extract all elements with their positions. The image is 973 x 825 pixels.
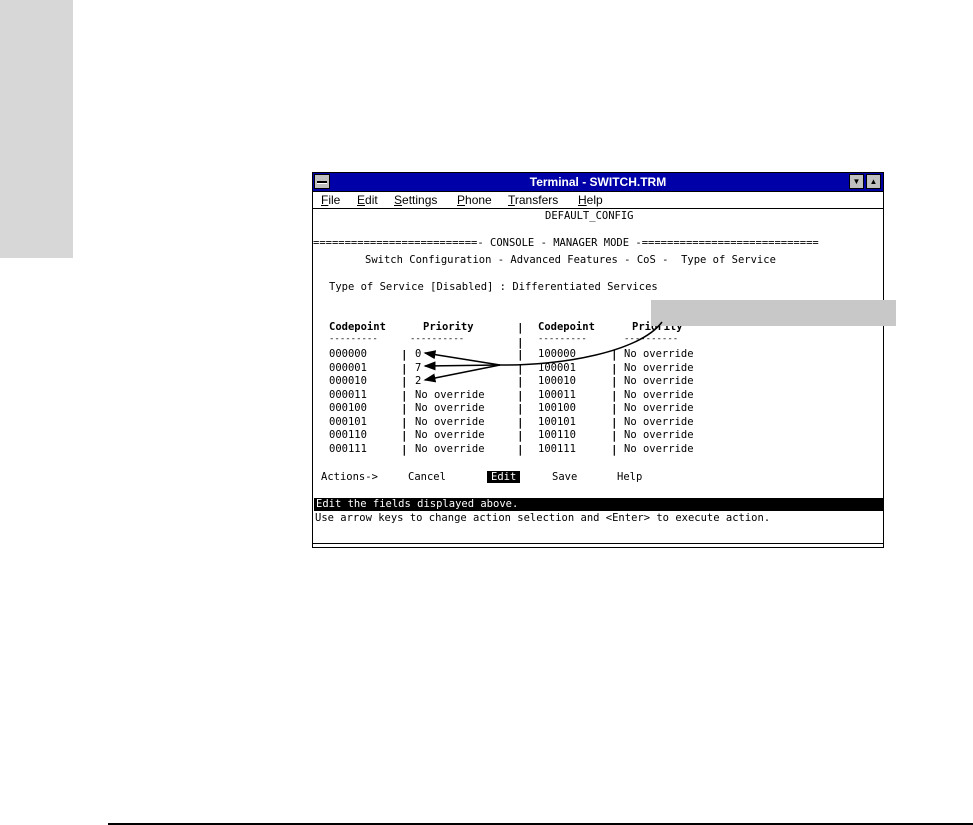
callout-arrows xyxy=(423,321,663,383)
callout-arrow-7 xyxy=(423,361,501,371)
callout-arrow-0 xyxy=(423,350,501,366)
callout-curve xyxy=(499,321,663,366)
callout-arrow-2 xyxy=(423,364,501,383)
